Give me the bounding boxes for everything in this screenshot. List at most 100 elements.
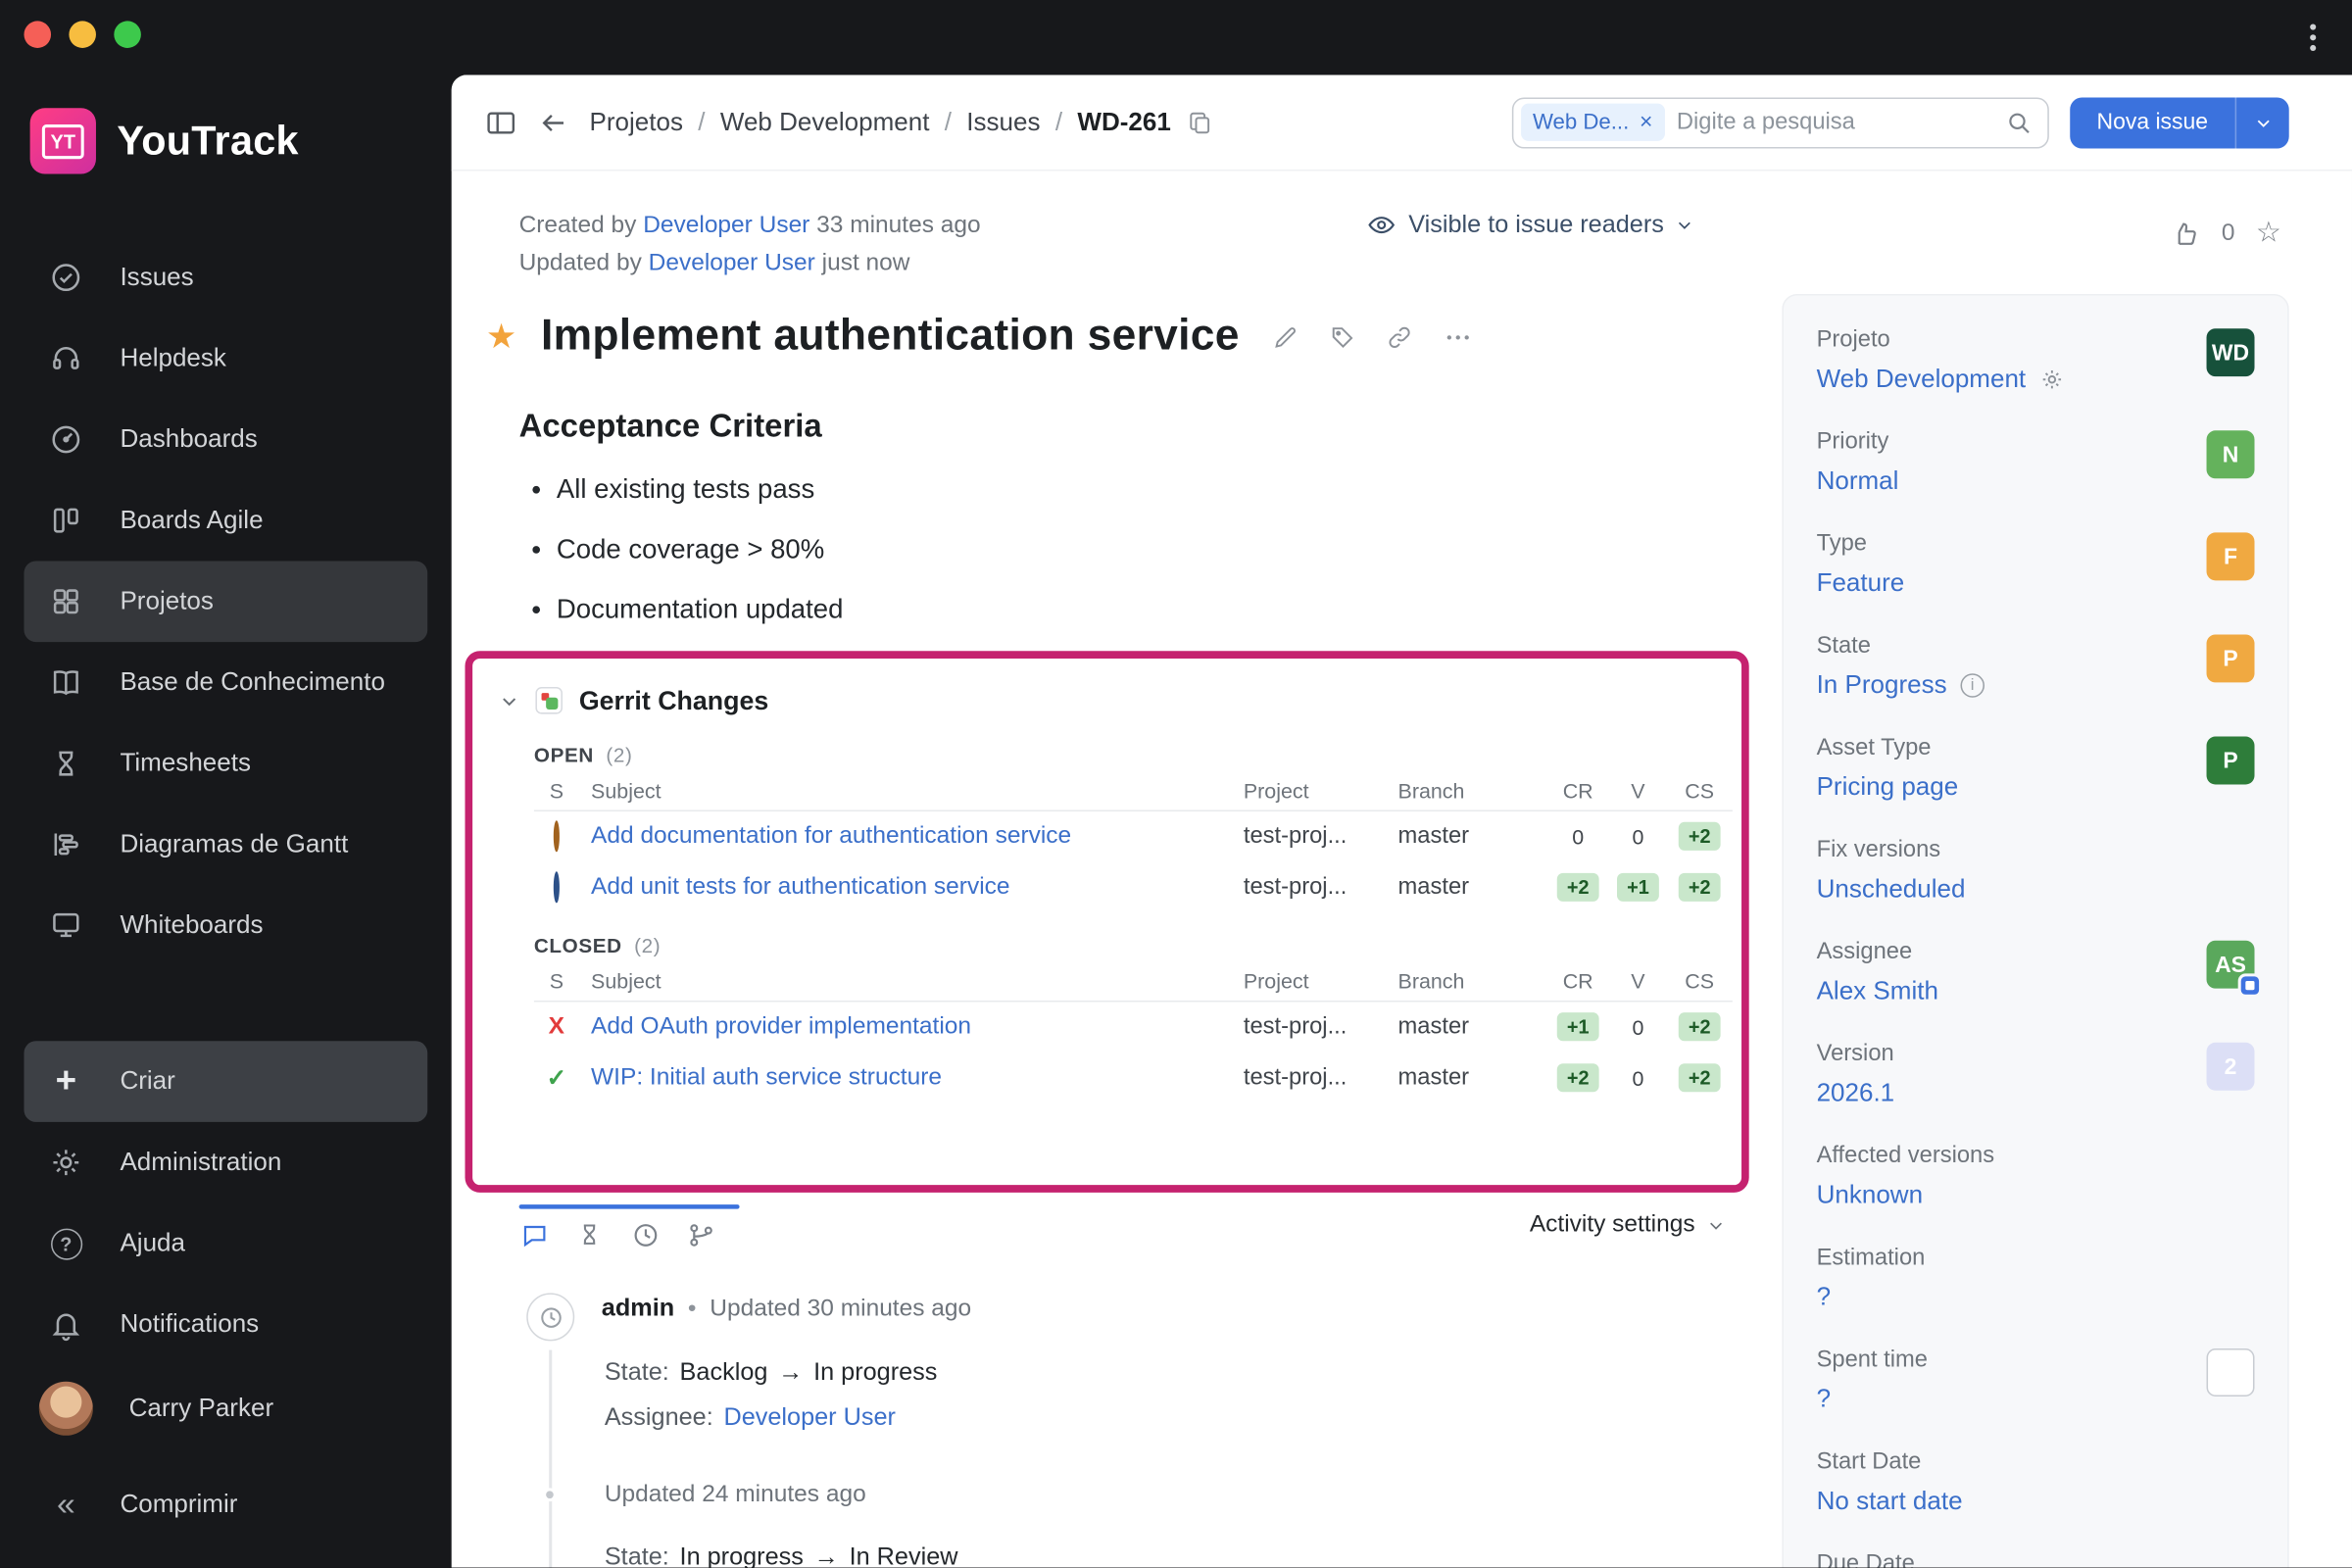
window-menu-icon[interactable] <box>2304 18 2322 57</box>
spent-time-tab-icon[interactable] <box>574 1219 605 1250</box>
sidebar-item-timesheets[interactable]: Timesheets <box>24 723 427 805</box>
activity-event-header: admin • Updated 30 minutes ago <box>602 1295 971 1323</box>
minimize-window-button[interactable] <box>69 21 96 48</box>
sidebar-item-administration[interactable]: Administration <box>24 1122 427 1203</box>
favorite-star-icon[interactable]: ★ <box>486 317 517 357</box>
field-value-link[interactable]: 2026.1 <box>1817 1075 2255 1111</box>
field-value-link[interactable]: No start date <box>1817 1484 2255 1520</box>
create-button[interactable]: + Criar <box>24 1041 428 1122</box>
updated-user-link[interactable]: Developer User <box>649 251 815 276</box>
col-subject: Subject <box>591 968 662 993</box>
activity-settings-dropdown[interactable]: Activity settings <box>1530 1212 1725 1240</box>
field-value-link[interactable]: Feature <box>1817 565 2255 602</box>
cell-v: 0 <box>1632 1066 1644 1091</box>
type-badge[interactable]: F <box>2206 532 2255 581</box>
group-count: (2) <box>634 934 662 957</box>
sidebar-toggle-icon[interactable] <box>484 106 517 139</box>
asset-type-badge[interactable]: P <box>2206 736 2255 785</box>
sidebar-item-base-de-conhecimento[interactable]: Base de Conhecimento <box>24 642 427 723</box>
info-icon[interactable]: i <box>1960 673 1984 698</box>
change-link[interactable]: WIP: Initial auth service structure <box>579 1065 1232 1093</box>
sidebar-item-dashboards[interactable]: Dashboards <box>24 399 427 480</box>
back-button[interactable] <box>538 107 568 137</box>
youtrack-logo: YT YouTrack <box>29 108 299 174</box>
field-value-link[interactable]: In Progress i <box>1817 667 2255 704</box>
sidebar-item-boards-agile[interactable]: Boards Agile <box>24 480 427 562</box>
search-input[interactable] <box>1676 108 1993 136</box>
project-settings-gear-icon[interactable] <box>2039 368 2063 391</box>
sidebar-item-ajuda[interactable]: ? Ajuda <box>24 1203 427 1285</box>
sidebar-item-profile[interactable]: Carry Parker <box>24 1365 427 1452</box>
field-value-link[interactable]: ? <box>1817 1382 2255 1418</box>
breadcrumb-projetos[interactable]: Projetos <box>590 107 683 137</box>
field-label: Version <box>1816 1041 1894 1067</box>
breadcrumb-separator: / <box>698 107 706 136</box>
visibility-dropdown[interactable]: Visible to issue readers <box>1366 210 1693 240</box>
comments-tab-icon[interactable] <box>519 1219 550 1250</box>
new-issue-dropdown-button[interactable] <box>2234 96 2289 148</box>
change-link[interactable]: Add unit tests for authentication servic… <box>579 874 1232 902</box>
more-actions-icon[interactable] <box>1444 321 1474 352</box>
status-open-circle-icon <box>553 871 560 904</box>
field-state: State In Progress i P <box>1817 631 2255 733</box>
field-value-link[interactable]: Web Development <box>1817 362 2255 398</box>
change-link[interactable]: Add documentation for authentication ser… <box>579 823 1232 851</box>
copy-id-icon[interactable] <box>1186 109 1213 136</box>
event-user-link[interactable]: admin <box>602 1295 674 1323</box>
field-value-link[interactable]: Pricing page <box>1817 769 2255 806</box>
chip-close-icon[interactable]: × <box>1640 110 1652 135</box>
sidebar-item-label: Administration <box>120 1147 282 1176</box>
field-value-link[interactable]: ? <box>1817 1280 2255 1316</box>
thumbs-up-icon[interactable] <box>2171 219 2201 249</box>
breadcrumb-web-development[interactable]: Web Development <box>720 107 930 137</box>
change-link[interactable]: Add OAuth provider implementation <box>579 1014 1232 1042</box>
field-value-link[interactable]: Normal <box>1817 464 2255 500</box>
history-tab-icon[interactable] <box>630 1219 661 1250</box>
sidebar-item-diagramas-de-gantt[interactable]: Diagramas de Gantt <box>24 804 427 885</box>
version-badge[interactable]: 2 <box>2206 1042 2255 1091</box>
field-label: Affected versions <box>1816 1143 1995 1169</box>
collapse-chevron-icon[interactable] <box>500 691 519 710</box>
field-value-link[interactable]: Unknown <box>1817 1178 2255 1214</box>
close-window-button[interactable] <box>24 21 52 48</box>
vcs-tab-icon[interactable] <box>685 1219 715 1250</box>
search-filter-chip[interactable]: Web De... × <box>1520 103 1665 141</box>
sidebar-item-label: Criar <box>120 1066 175 1096</box>
field-value-link[interactable]: Alex Smith <box>1817 973 2255 1009</box>
criteria-item: Documentation updated <box>523 579 843 639</box>
cr-badge: +2 <box>1556 872 1600 902</box>
sidebar-item-label: Helpdesk <box>120 343 226 372</box>
sidebar-item-whiteboards[interactable]: Whiteboards <box>24 885 427 966</box>
sidebar-item-notifications[interactable]: Notifications <box>24 1284 427 1365</box>
state-badge[interactable]: P <box>2206 634 2255 683</box>
activity-tabs <box>518 1204 740 1250</box>
tag-icon[interactable] <box>1330 323 1357 351</box>
project-avatar-badge[interactable]: WD <box>2206 328 2255 377</box>
breadcrumb-issues[interactable]: Issues <box>966 107 1040 137</box>
star-vote-icon[interactable]: ☆ <box>2256 216 2281 250</box>
zoom-window-button[interactable] <box>114 21 141 48</box>
sidebar-item-projetos[interactable]: Projetos <box>24 561 428 643</box>
add-spent-time-button[interactable]: + <box>2206 1348 2255 1396</box>
edit-pencil-icon[interactable] <box>1272 323 1299 351</box>
created-user-link[interactable]: Developer User <box>643 213 809 238</box>
assignee-user-link[interactable]: Developer User <box>723 1404 895 1433</box>
sidebar-item-collapse[interactable]: « Comprimir <box>24 1464 427 1545</box>
search-icon[interactable] <box>2005 109 2033 136</box>
sidebar-footer-nav: + Criar Administration ? Ajuda Notificat… <box>0 1041 452 1544</box>
collapse-icon: « <box>56 1485 75 1523</box>
search-box[interactable]: Web De... × <box>1511 96 2049 148</box>
section-heading: Acceptance Criteria <box>518 408 822 445</box>
criteria-item: All existing tests pass <box>523 459 843 518</box>
field-value-link[interactable]: Unscheduled <box>1817 871 2255 907</box>
sidebar-item-issues[interactable]: Issues <box>24 237 427 318</box>
link-icon[interactable] <box>1387 323 1414 351</box>
cell-cr: 0 <box>1572 824 1585 850</box>
priority-badge[interactable]: N <box>2206 430 2255 479</box>
sidebar-item-helpdesk[interactable]: Helpdesk <box>24 318 427 399</box>
field-label: Asset Type <box>1816 734 1932 761</box>
youtrack-logo-icon: YT <box>29 108 96 174</box>
new-issue-button[interactable]: Nova issue <box>2070 97 2235 148</box>
field-label: Spent time <box>1816 1347 1929 1373</box>
cs-badge: +2 <box>1678 1012 1722 1042</box>
